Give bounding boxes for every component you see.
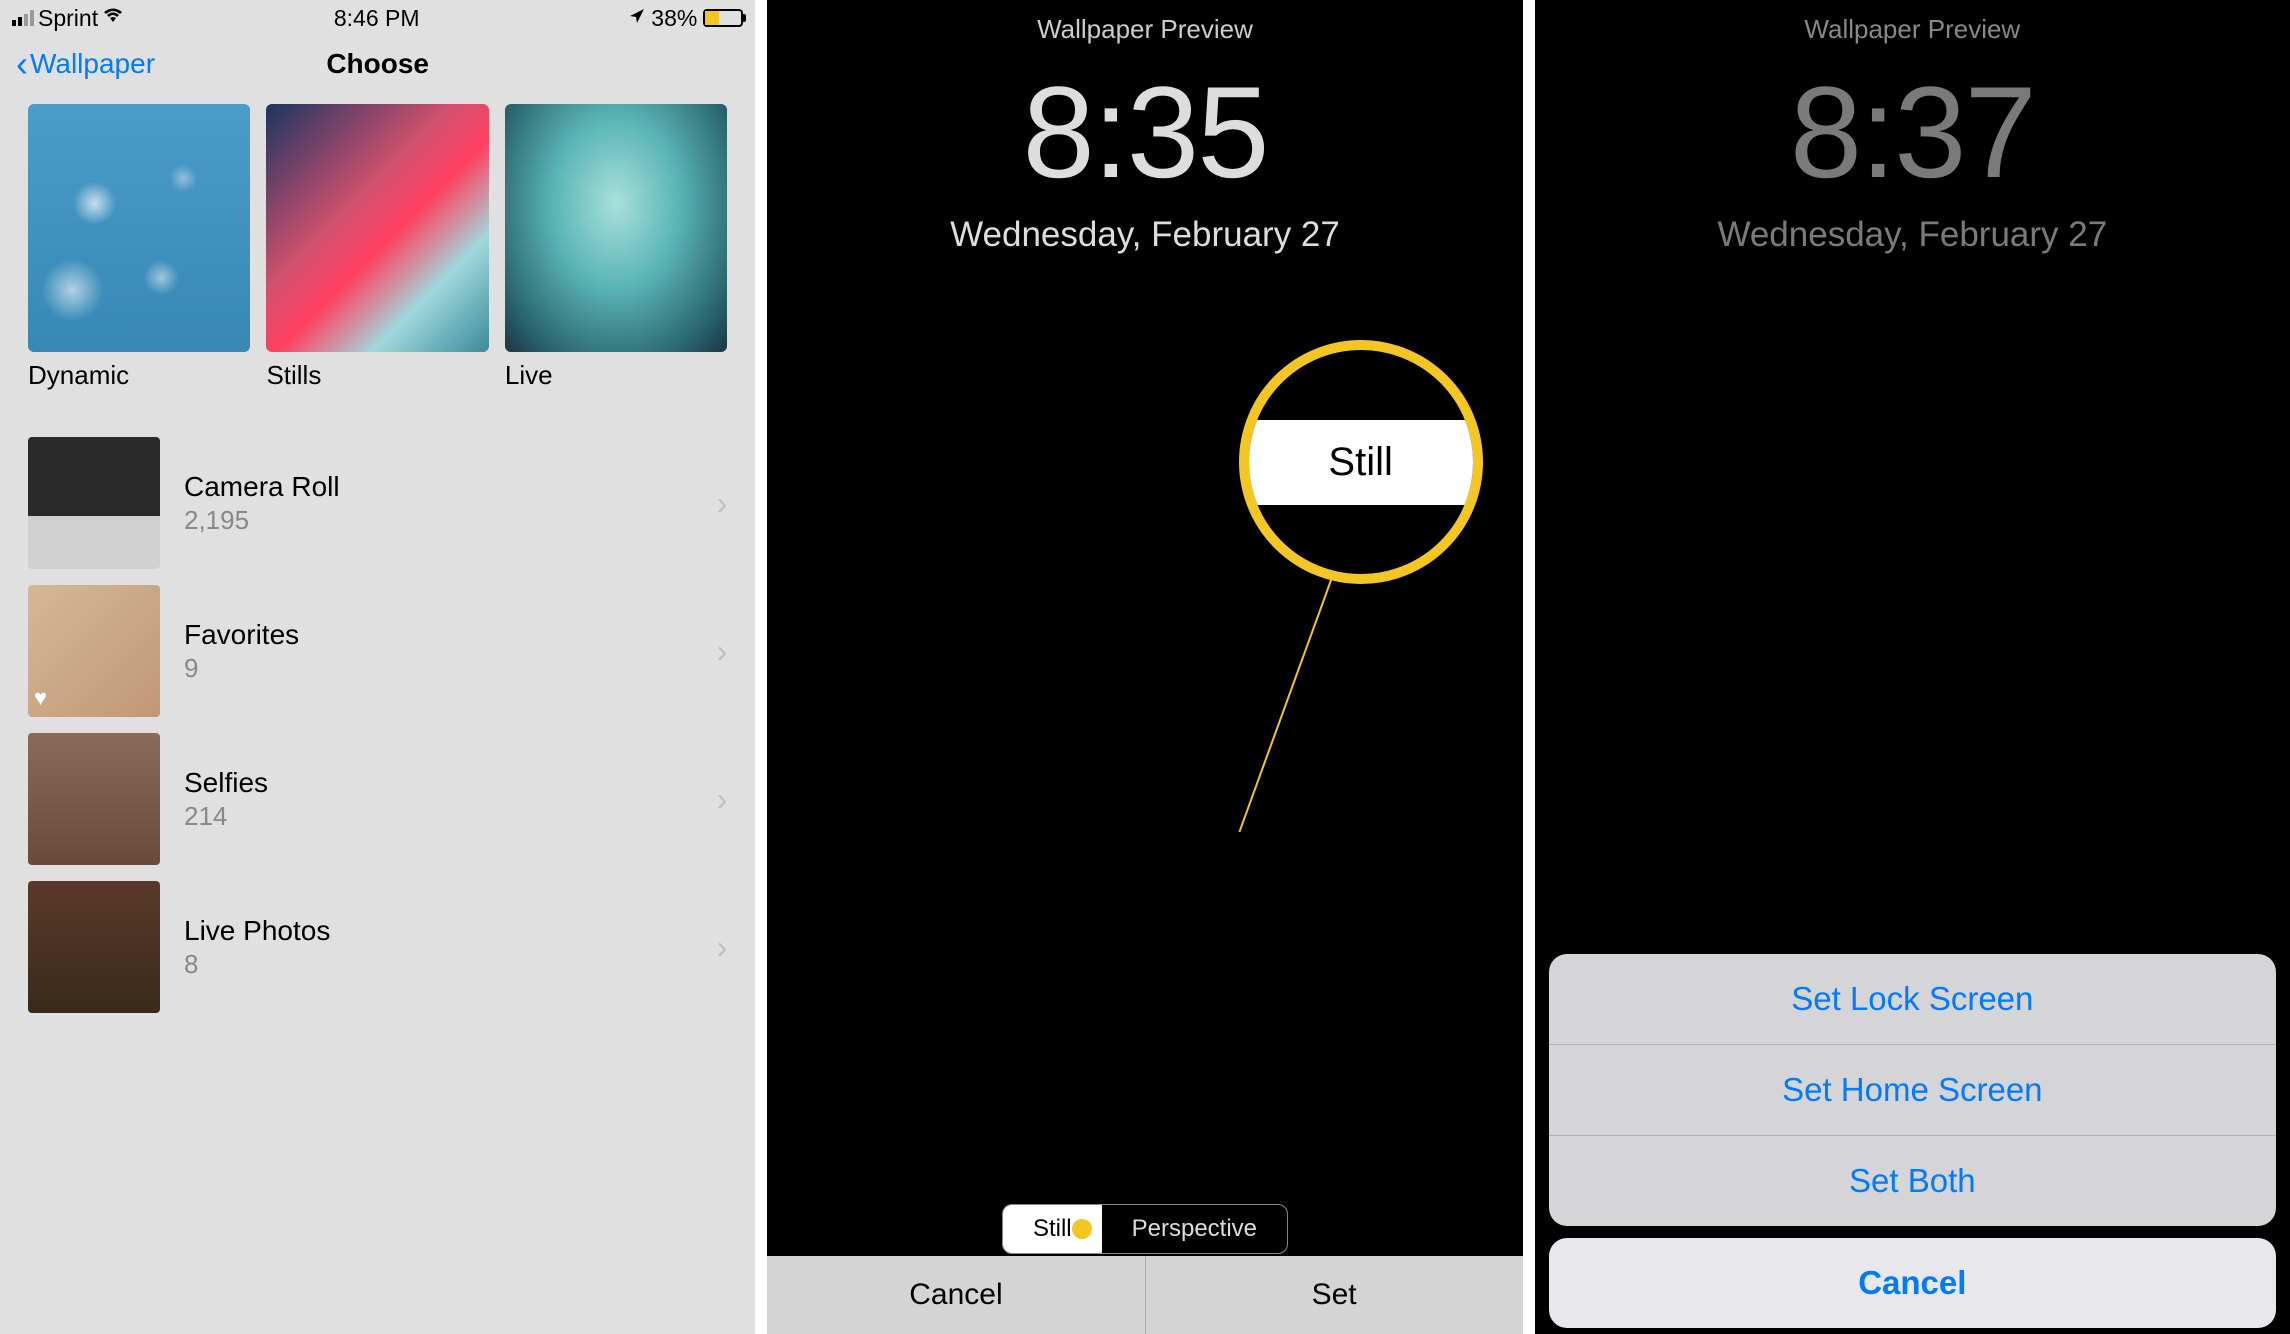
perspective-toggle[interactable]: Still Perspective [1002,1204,1288,1254]
nav-header: ‹ Wallpaper Choose [0,36,755,98]
battery-icon [703,9,743,27]
moon-wallpaper [1562,230,2262,930]
album-info: Camera Roll 2,195 [184,471,717,536]
preview-header: Wallpaper Preview [1535,0,2290,59]
category-label: Dynamic [28,360,250,391]
album-live-photos[interactable]: Live Photos 8 › [0,873,755,1021]
album-title: Camera Roll [184,471,717,503]
signal-icon [12,10,34,26]
screen-preview-toggle: Wallpaper Preview 8:35 Wednesday, Februa… [767,0,1522,1334]
dynamic-thumb [28,104,250,352]
toggle-perspective[interactable]: Perspective [1102,1205,1287,1253]
album-title: Favorites [184,619,717,651]
toggle-still-label: Still [1033,1215,1072,1242]
action-sheet: Set Lock Screen Set Home Screen Set Both… [1549,954,2276,1334]
album-thumb [28,733,160,865]
album-count: 9 [184,653,717,684]
sheet-cancel-button[interactable]: Cancel [1549,1238,2276,1328]
album-thumb [28,437,160,569]
lock-time: 8:35 [767,67,1522,197]
magnifier-callout: Still [1239,340,1483,584]
album-camera-roll[interactable]: Camera Roll 2,195 › [0,429,755,577]
status-time: 8:46 PM [334,5,420,32]
lock-date: Wednesday, February 27 [767,215,1522,255]
lock-time: 8:37 [1535,67,2290,197]
category-row: Dynamic Stills Live [0,104,755,391]
lock-date: Wednesday, February 27 [1535,215,2290,255]
chevron-left-icon: ‹ [16,43,28,85]
album-list: Camera Roll 2,195 › ♥ Favorites 9 › Self… [0,429,755,1021]
category-live[interactable]: Live [505,104,727,391]
category-stills[interactable]: Stills [266,104,488,391]
wifi-icon [102,7,124,30]
magnifier-label: Still [1249,420,1473,505]
screen-preview-sheet: Wallpaper Preview 8:37 Wednesday, Februa… [1535,0,2290,1334]
status-left: Sprint [12,5,124,32]
album-thumb: ♥ [28,585,160,717]
album-title: Selfies [184,767,717,799]
cancel-button[interactable]: Cancel [767,1256,1145,1334]
album-favorites[interactable]: ♥ Favorites 9 › [0,577,755,725]
album-count: 8 [184,949,717,980]
highlight-dot-icon [1072,1219,1092,1239]
battery-pct: 38% [651,5,697,32]
location-icon [629,8,645,29]
album-info: Favorites 9 [184,619,717,684]
set-button[interactable]: Set [1146,1256,1523,1334]
chevron-right-icon: › [717,781,728,818]
chevron-right-icon: › [717,929,728,966]
back-button[interactable]: ‹ Wallpaper [16,43,155,85]
callout-line [1238,550,1342,833]
preview-header: Wallpaper Preview [767,0,1522,59]
category-label: Stills [266,360,488,391]
album-title: Live Photos [184,915,717,947]
status-bar: Sprint 8:46 PM 38% [0,0,755,36]
chevron-right-icon: › [717,633,728,670]
bottom-bar: Cancel Set [767,1256,1522,1334]
album-selfies[interactable]: Selfies 214 › [0,725,755,873]
screen-choose: Sprint 8:46 PM 38% ‹ Wallpaper Choose Dy… [0,0,755,1334]
album-info: Selfies 214 [184,767,717,832]
album-count: 2,195 [184,505,717,536]
category-dynamic[interactable]: Dynamic [28,104,250,391]
chevron-right-icon: › [717,485,728,522]
set-both-button[interactable]: Set Both [1549,1136,2276,1226]
live-thumb [505,104,727,352]
album-thumb [28,881,160,1013]
heart-icon: ♥ [34,685,47,711]
sheet-group: Set Lock Screen Set Home Screen Set Both [1549,954,2276,1226]
set-home-screen-button[interactable]: Set Home Screen [1549,1045,2276,1136]
back-label: Wallpaper [30,48,155,80]
set-lock-screen-button[interactable]: Set Lock Screen [1549,954,2276,1045]
album-count: 214 [184,801,717,832]
stills-thumb [266,104,488,352]
nav-title: Choose [326,48,429,80]
album-info: Live Photos 8 [184,915,717,980]
category-label: Live [505,360,727,391]
toggle-still[interactable]: Still [1003,1205,1102,1253]
carrier-label: Sprint [38,5,98,32]
status-right: 38% [629,5,743,32]
